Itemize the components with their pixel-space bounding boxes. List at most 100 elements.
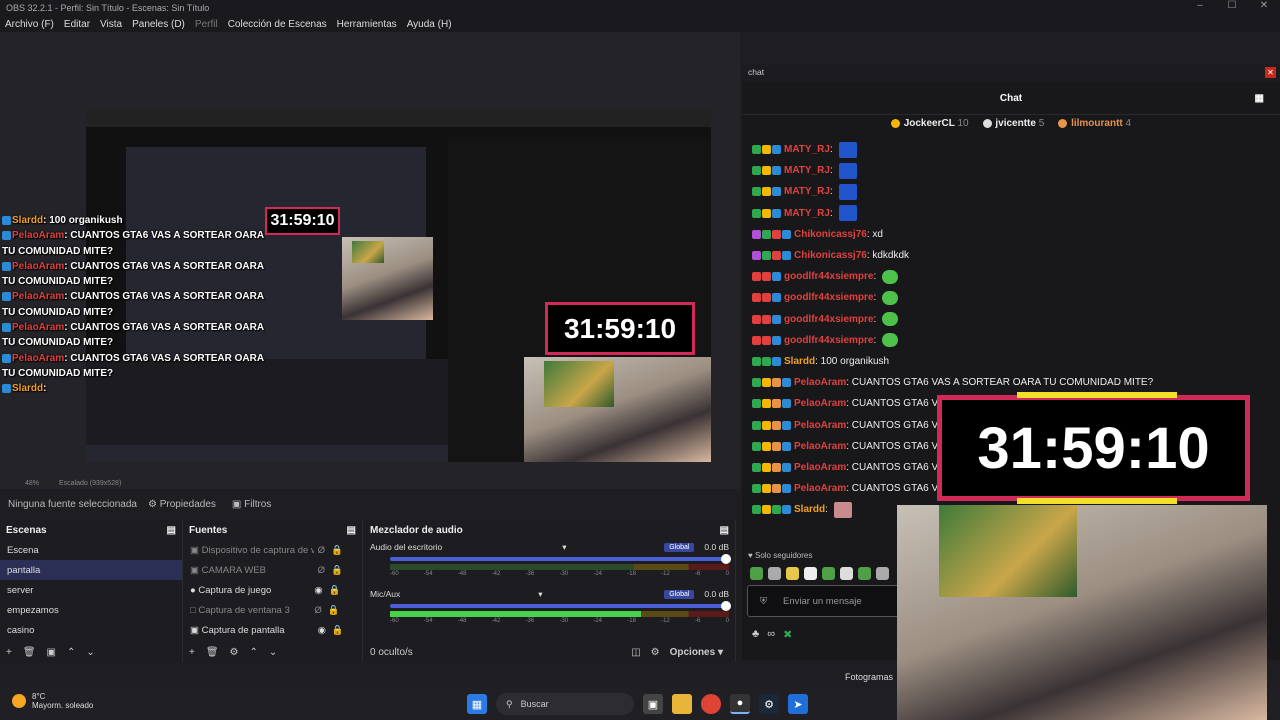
preview-status: 48% Escalado (939x528) [0, 477, 740, 489]
add-scene-icon[interactable]: + [6, 647, 12, 658]
eye-hidden-icon[interactable]: Ø [318, 565, 325, 576]
source-item[interactable]: ▣ CAMARA WEB Ø 🔒 [183, 560, 362, 580]
users-icon[interactable]: ▦ [1255, 82, 1264, 115]
global-badge[interactable]: Global [664, 589, 695, 599]
channel-dropdown-icon[interactable]: ▾ [562, 542, 566, 553]
move-up-icon[interactable]: ⌃ [67, 647, 75, 658]
nested-timer: 31:59:10 [265, 207, 340, 235]
leader-entry[interactable]: JockeerCL 10 [890, 118, 969, 132]
menu-scene-collection[interactable]: Colección de Escenas [223, 19, 332, 30]
filters-button[interactable]: ▣ Filtros [224, 496, 279, 513]
options-button[interactable]: Opciones ▾ [670, 647, 723, 658]
eye-hidden-icon[interactable]: Ø [318, 545, 325, 556]
layout-icon[interactable]: ◫ [631, 647, 640, 658]
settings-icon[interactable]: ✖ [783, 628, 792, 641]
add-source-icon[interactable]: + [189, 647, 195, 658]
bits-icon[interactable]: ♣ [752, 628, 759, 641]
dock-menu-icon[interactable]: ▤ [347, 525, 356, 536]
menu-edit[interactable]: Editar [59, 19, 95, 30]
bits-badge-icon [762, 335, 771, 345]
prime-badge-icon [772, 166, 781, 176]
taskbar-search[interactable]: ⚲ Buscar [496, 693, 634, 715]
lock-icon[interactable]: 🔒 [328, 605, 340, 616]
volume-meter [390, 564, 729, 570]
steam-icon[interactable]: ⚙ [759, 694, 779, 714]
close-icon[interactable]: ✕ [1248, 0, 1280, 11]
lock-icon[interactable]: 🔒 [331, 565, 343, 576]
emote-icon[interactable] [822, 567, 835, 580]
scale-label[interactable]: Escalado (939x528) [59, 480, 121, 487]
scene-item[interactable]: casino [0, 620, 182, 640]
source-item[interactable]: □ Captura de ventana 3 Ø 🔒 [183, 600, 362, 620]
emote-icon[interactable] [804, 567, 817, 580]
menu-view[interactable]: Vista [95, 19, 127, 30]
menu-file[interactable]: Archivo (F) [0, 19, 59, 30]
move-down-icon[interactable]: ⌄ [269, 647, 277, 658]
emote-icon[interactable] [876, 567, 889, 580]
emote-icon[interactable] [750, 567, 763, 580]
emote-icon[interactable] [786, 567, 799, 580]
move-down-icon[interactable]: ⌄ [86, 647, 94, 658]
source-item[interactable]: ▣ Captura de pantalla ◉ 🔒 [183, 620, 362, 640]
lock-icon[interactable]: 🔒 [332, 625, 344, 636]
preview-canvas[interactable]: 31:59:10 31:59:10 Slardd: 100 organikush… [0, 32, 740, 477]
monitor-icon: ▣ [190, 624, 202, 636]
app-icon[interactable]: ➤ [788, 694, 808, 714]
emote-icon[interactable] [858, 567, 871, 580]
chat-footer: ♣ ∞ ✖ [752, 628, 792, 641]
global-badge[interactable]: Global [664, 542, 695, 552]
volume-slider[interactable] [390, 601, 731, 611]
dock-menu-icon[interactable]: ▤ [167, 525, 176, 536]
zoom-level[interactable]: 48% [25, 480, 39, 487]
prime-badge-icon [772, 293, 781, 303]
eye-icon[interactable]: ◉ [318, 625, 326, 636]
start-icon[interactable]: ▦ [467, 694, 487, 714]
chat-message: goodlfr44xsiempre: [752, 309, 1272, 330]
scene-item[interactable]: pantalla [0, 560, 182, 580]
menu-tools[interactable]: Herramientas [332, 19, 402, 30]
weather-widget[interactable]: 8°C Mayorm. soleado [12, 692, 93, 710]
eye-hidden-icon[interactable]: Ø [314, 605, 321, 616]
menu-docks[interactable]: Paneles (D) [127, 19, 190, 30]
channel-dropdown-icon[interactable]: ▾ [538, 589, 542, 600]
source-item[interactable]: ● Captura de juego ◉ 🔒 [183, 580, 362, 600]
remove-source-icon[interactable]: 🗑 [206, 647, 219, 658]
scene-filters-icon[interactable]: ▣ [47, 647, 56, 658]
source-item[interactable]: ▣ Dispositivo de captura de vídeoØ🔒 [183, 540, 362, 560]
menu-help[interactable]: Ayuda (H) [402, 19, 457, 30]
dock-menu-icon[interactable]: ▤ [720, 525, 729, 536]
move-up-icon[interactable]: ⌃ [250, 647, 258, 658]
frames-label: Fotogramas [845, 672, 894, 682]
eye-icon[interactable]: ◉ [314, 585, 322, 596]
leader-entry[interactable]: lilmourantt 4 [1058, 118, 1131, 132]
infinity-icon[interactable]: ∞ [767, 628, 775, 641]
window-title: OBS 32.2.1 - Perfil: Sin Título - Escena… [6, 3, 210, 13]
properties-button[interactable]: ⚙ Propiedades [140, 496, 224, 513]
file-explorer-icon[interactable] [672, 694, 692, 714]
advanced-audio-icon[interactable]: ⚙ [651, 647, 660, 658]
minimize-icon[interactable]: – [1184, 0, 1216, 11]
source-settings-icon[interactable]: ⚙ [230, 647, 239, 658]
lock-icon[interactable]: 🔒 [331, 545, 343, 556]
chrome-icon[interactable] [701, 694, 721, 714]
rank-1-icon [890, 118, 900, 128]
volume-slider[interactable] [390, 554, 731, 564]
prime-badge-icon [782, 484, 791, 494]
scene-item[interactable]: server [0, 580, 182, 600]
task-view-icon[interactable]: ▣ [643, 694, 663, 714]
scene-item[interactable]: Escena [0, 540, 182, 560]
emote-icon[interactable] [840, 567, 853, 580]
lock-icon[interactable]: 🔒 [329, 585, 341, 596]
chat-close-icon[interactable]: ✕ [1265, 67, 1276, 78]
title-bar: OBS 32.2.1 - Perfil: Sin Título - Escena… [0, 0, 1280, 16]
maximize-icon[interactable]: ☐ [1216, 0, 1248, 11]
emote-icon[interactable] [768, 567, 781, 580]
sub-badge-icon [752, 399, 761, 409]
scene-item[interactable]: empezamos [0, 600, 182, 620]
chat-input[interactable]: ⛨ Enviar un mensaje [747, 585, 907, 617]
leader-entry[interactable]: jvicentte 5 [982, 118, 1044, 132]
remove-scene-icon[interactable]: 🗑 [23, 647, 36, 658]
obs-icon[interactable]: ● [730, 694, 750, 714]
sources-toolbar: + 🗑 ⚙ ⌃ ⌄ [183, 642, 362, 662]
menu-profile[interactable]: Perfil [190, 19, 223, 30]
